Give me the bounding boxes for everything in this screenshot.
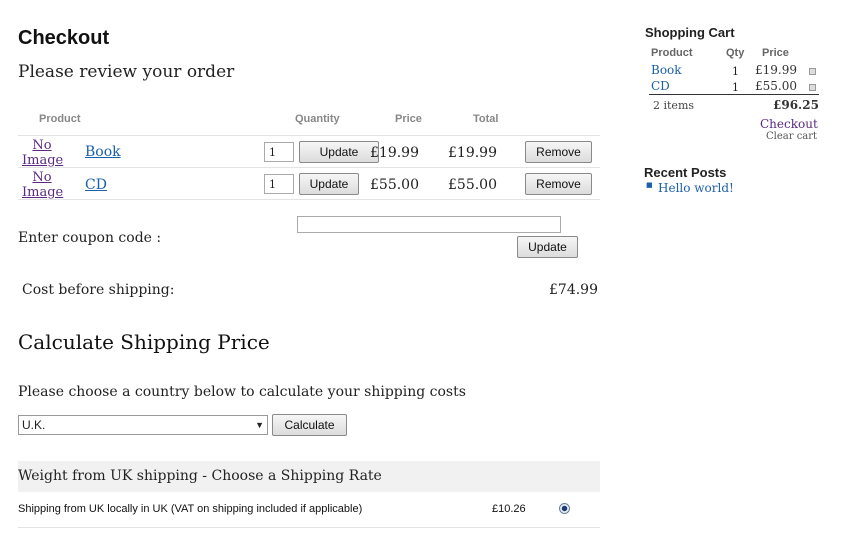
cart-item-qty: 1 bbox=[732, 65, 739, 78]
cart-header-product: Product bbox=[651, 47, 693, 59]
col-header-total: Total bbox=[473, 113, 499, 125]
table-divider bbox=[18, 135, 600, 136]
country-select[interactable]: U.K. ▼ bbox=[18, 415, 268, 435]
remove-item-icon[interactable] bbox=[809, 84, 816, 91]
cart-total: £96.25 bbox=[773, 98, 819, 112]
product-image-link[interactable]: No Image bbox=[22, 138, 63, 168]
recent-post-link[interactable]: Hello world! bbox=[658, 181, 734, 195]
item-total: £55.00 bbox=[448, 177, 497, 193]
checkout-main: Checkout Please review your order Produc… bbox=[18, 0, 600, 535]
cart-header-qty: Qty bbox=[726, 47, 745, 59]
rate-divider bbox=[18, 527, 600, 528]
country-select-value: U.K. bbox=[22, 418, 46, 432]
item-price: £19.99 bbox=[370, 145, 419, 161]
dropdown-arrow-icon: ▼ bbox=[255, 420, 264, 430]
sidebar: Shopping Cart Product Qty Price Book 1 £… bbox=[640, 0, 830, 535]
coupon-label: Enter coupon code : bbox=[18, 230, 162, 246]
update-quantity-button[interactable]: Update bbox=[299, 141, 379, 163]
quantity-input[interactable]: 1 bbox=[264, 142, 294, 162]
shipping-rate-radio[interactable] bbox=[559, 503, 570, 514]
product-image-link[interactable]: No Image bbox=[22, 170, 63, 200]
table-divider bbox=[18, 199, 600, 200]
shipping-title: Calculate Shipping Price bbox=[18, 330, 270, 354]
item-total: £19.99 bbox=[448, 145, 497, 161]
product-name-link[interactable]: Book bbox=[85, 144, 121, 160]
recent-posts-title: Recent Posts bbox=[644, 165, 727, 180]
quantity-input[interactable]: 1 bbox=[264, 174, 294, 194]
shipping-prompt: Please choose a country below to calcula… bbox=[18, 384, 466, 400]
calculate-button[interactable]: Calculate bbox=[272, 414, 347, 436]
col-header-quantity: Quantity bbox=[295, 113, 340, 125]
remove-item-button[interactable]: Remove bbox=[525, 141, 592, 163]
review-subtitle: Please review your order bbox=[18, 62, 235, 82]
page-title: Checkout bbox=[18, 27, 110, 49]
shipping-rate-header: Weight from UK shipping - Choose a Shipp… bbox=[18, 461, 600, 492]
cart-header-price: Price bbox=[762, 47, 789, 59]
remove-item-button[interactable]: Remove bbox=[525, 173, 592, 195]
shipping-rate-price: £10.26 bbox=[492, 503, 526, 515]
col-header-price: Price bbox=[395, 113, 422, 125]
cart-item-price: £19.99 bbox=[755, 63, 797, 77]
cart-item-price: £55.00 bbox=[755, 79, 797, 93]
coupon-update-button[interactable]: Update bbox=[517, 236, 578, 258]
clear-cart-link[interactable]: Clear cart bbox=[766, 131, 817, 142]
col-header-product: Product bbox=[39, 113, 81, 125]
product-name-link[interactable]: CD bbox=[85, 177, 107, 193]
cart-item-qty: 1 bbox=[732, 81, 739, 94]
coupon-input[interactable] bbox=[297, 216, 561, 233]
cart-checkout-link[interactable]: Checkout bbox=[760, 117, 818, 131]
cart-item-count: 2 items bbox=[653, 99, 695, 112]
item-price: £55.00 bbox=[370, 177, 419, 193]
update-quantity-button[interactable]: Update bbox=[299, 173, 359, 195]
cost-before-shipping-value: £74.99 bbox=[549, 282, 598, 298]
cart-total-divider bbox=[649, 94, 819, 95]
cost-before-shipping-label: Cost before shipping: bbox=[22, 282, 175, 298]
remove-item-icon[interactable] bbox=[809, 68, 816, 75]
cart-item-link[interactable]: CD bbox=[651, 79, 670, 93]
table-divider bbox=[18, 167, 600, 168]
cart-item-link[interactable]: Book bbox=[651, 63, 682, 77]
cart-widget-title: Shopping Cart bbox=[645, 25, 735, 40]
bullet-icon: ■ bbox=[646, 181, 653, 189]
shipping-rate-label: Shipping from UK locally in UK (VAT on s… bbox=[18, 503, 363, 515]
